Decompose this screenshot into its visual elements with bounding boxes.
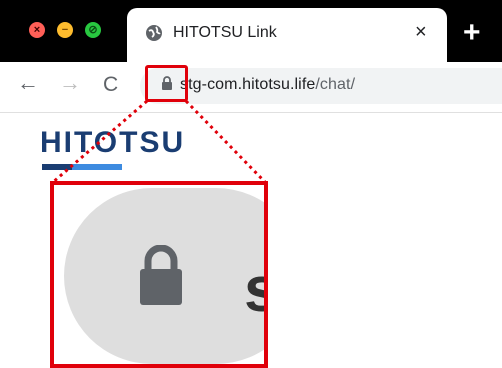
zoom-callout: s — [50, 181, 268, 368]
zoomed-lock-icon — [140, 245, 182, 305]
zoomed-url-char: s — [244, 257, 264, 321]
